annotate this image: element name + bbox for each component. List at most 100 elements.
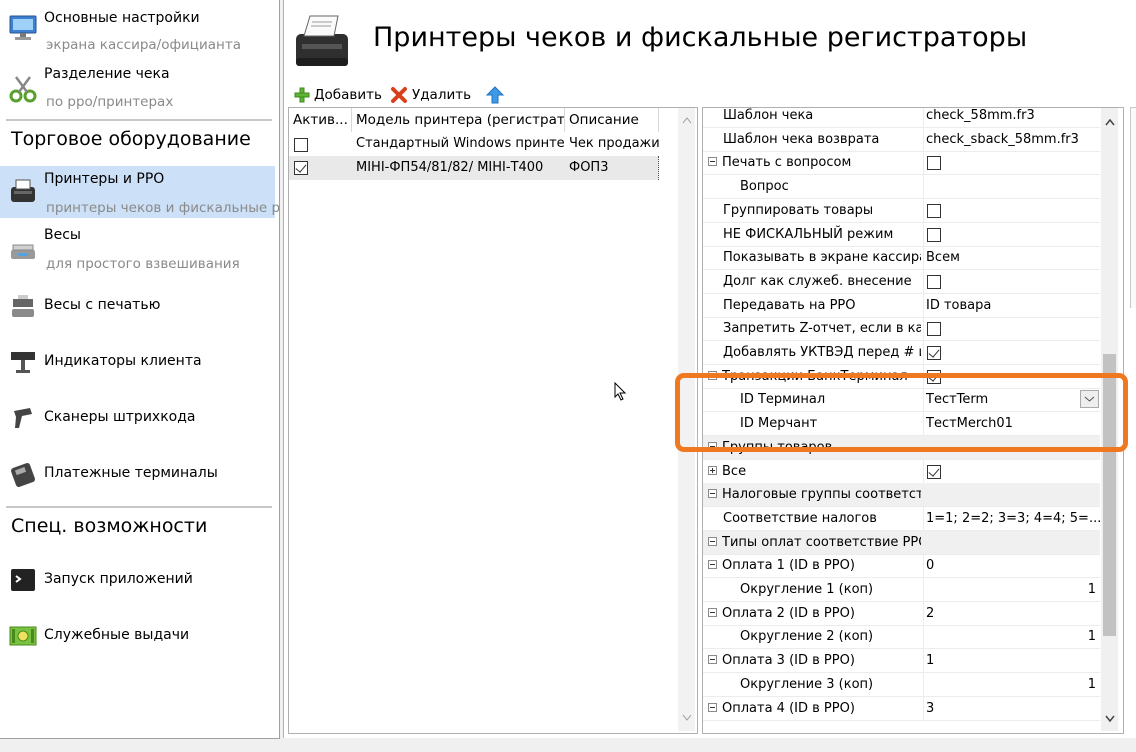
property-row[interactable]: Добавлять УКТВЭД перед # и [703,341,1100,365]
property-value[interactable]: 1 [923,625,1100,649]
property-value[interactable]: 3 [923,696,1100,720]
collapse-minus-icon[interactable] [708,702,717,712]
property-value[interactable] [923,341,1100,364]
property-row[interactable]: Оплата 4 (ID в РРО) 3 [703,696,1100,721]
property-value[interactable]: 1 [923,649,1100,673]
property-value[interactable]: 1=1; 2=2; 3=3; 4=4; 5=... [923,506,1100,530]
property-row[interactable]: Показывать в экране кассира/Всем [703,246,1100,271]
property-row[interactable]: Оплата 3 (ID в РРО) 1 [703,649,1100,674]
section-title-special: Спец. возможности [11,515,208,537]
property-value[interactable]: 2 [923,601,1100,625]
scissors-icon [8,74,38,104]
property-checkbox[interactable] [927,227,941,242]
property-value-text: 3 [926,700,935,716]
property-value[interactable]: Всем [923,246,1100,270]
table-row[interactable]: МІНІ-ФП54/81/82/ МІНІ-Т400 ФОП3 [289,156,659,180]
property-checkbox[interactable] [927,322,941,337]
sidebar-item-sublabel: для простого взвешивания [46,256,240,272]
property-row[interactable]: Группировать товары [703,198,1100,223]
sidebar-item-label-scales[interactable]: Весы с печатью [0,280,275,332]
property-row[interactable]: Печать с вопросом [703,151,1100,176]
sidebar-item-app-launch[interactable]: Запуск приложений [0,554,275,606]
property-row[interactable]: Все [703,459,1100,484]
sidebar-item-scales[interactable]: Весы для простого взвешивания [0,222,275,274]
active-checkbox[interactable] [294,161,308,175]
property-row[interactable]: Шаблон чека check_58mm.fr3 [703,108,1100,128]
sidebar-item-label: Разделение чека [44,66,170,82]
property-row[interactable]: Оплата 1 (ID в РРО) 0 [703,554,1100,579]
arrow-up-icon [485,86,505,104]
property-value[interactable] [923,459,1100,483]
property-value[interactable] [923,317,1100,341]
property-row[interactable]: Запретить Z-отчет, если в кас [703,317,1100,342]
property-value[interactable]: ID товара [923,293,1100,317]
property-row[interactable]: НЕ ФИСКАЛЬНЫЙ режим [703,222,1100,247]
sidebar-item-customer-displays[interactable]: Индикаторы клиента [0,336,275,388]
property-key: Округление 2 (коп) [740,629,874,645]
chevron-up-icon [1105,118,1115,126]
sidebar-item-check-split[interactable]: Разделение чека по ppo/принтерах [0,60,275,112]
property-value[interactable]: 1 [923,672,1100,696]
property-key: Вопрос [740,179,789,195]
property-checkbox[interactable] [927,156,941,171]
expand-plus-icon[interactable] [708,465,717,475]
property-value[interactable]: check_sback_58mm.fr3 [923,127,1100,151]
property-value-text: ID товара [926,297,992,313]
sidebar-item-payment-terminals[interactable]: Платежные терминалы [0,448,275,500]
property-value[interactable]: check_58mm.fr3 [923,108,1100,127]
property-row[interactable]: Долг как служеб. внесение [703,269,1100,294]
collapse-minus-icon[interactable] [708,607,717,617]
property-value[interactable] [923,198,1100,222]
divider [6,506,272,508]
property-value[interactable] [923,222,1100,246]
property-row[interactable]: Передавать на РРО ID товара [703,293,1100,318]
collapse-minus-icon[interactable] [708,560,717,570]
table-row[interactable]: Стандартный Windows принтер Чек продажи [289,132,659,156]
property-checkbox[interactable] [927,464,941,479]
property-key: Оплата 3 (ID в РРО) [722,653,855,669]
active-checkbox[interactable] [294,138,308,152]
property-category[interactable]: Налоговые группы соответствие РРО [703,483,1100,508]
property-key: Показывать в экране кассира/ [723,250,921,266]
collapse-minus-icon[interactable] [708,655,717,665]
terminal-icon [8,565,38,595]
add-button[interactable]: Добавить [293,85,382,105]
delete-button[interactable]: Удалить [389,85,471,105]
move-up-button[interactable] [485,85,508,105]
property-value[interactable] [923,151,1100,175]
property-row[interactable]: Соответствие налогов 1=1; 2=2; 3=3; 4=4; … [703,506,1100,531]
collapse-minus-icon[interactable] [708,157,717,167]
label-scale-icon [8,291,38,321]
sidebar-item-barcode-scanners[interactable]: Сканеры штрихкода [0,392,275,444]
property-row[interactable]: Округление 2 (коп) 1 [703,625,1100,650]
sidebar-item-label: Основные настройки [44,10,200,26]
property-row[interactable]: Оплата 2 (ID в РРО) 2 [703,601,1100,626]
sidebar-item-label: Сканеры штрихкода [44,409,196,425]
collapse-minus-icon[interactable] [708,536,717,546]
property-value[interactable]: 0 [923,554,1100,578]
column-header-model[interactable]: Модель принтера (регистрат... [352,108,565,132]
column-header-active[interactable]: Актив... [289,108,352,132]
property-checkbox[interactable] [927,274,941,289]
sidebar-item-cash-out[interactable]: Служебные выдачи [0,610,275,662]
property-category[interactable]: Типы оплат соответствие РРО [703,530,1100,555]
property-value[interactable]: 1 [923,578,1100,601]
property-checkbox[interactable] [927,346,941,360]
property-value-text: 2 [926,605,935,621]
property-value[interactable] [923,175,1100,199]
sidebar-item-sublabel: принтеры чеков и фискальные р [46,200,280,216]
collapse-minus-icon[interactable] [708,489,717,499]
section-title-trade-equipment: Торговое оборудование [11,128,251,150]
property-checkbox[interactable] [927,203,941,218]
sidebar-item-label: Индикаторы клиента [44,353,202,369]
property-value-text: 1=1; 2=2; 3=3; 4=4; 5=... [926,510,1100,526]
highlight-frame [675,373,1128,452]
sidebar-item-main-settings[interactable]: Основные настройки экрана кассира/официа… [0,4,275,56]
sidebar-item-printers[interactable]: Принтеры и РРО принтеры чеков и фискальн… [0,166,279,218]
property-row[interactable]: Вопрос [703,175,1100,200]
column-header-description[interactable]: Описание [565,108,659,132]
property-row[interactable]: Округление 3 (коп) 1 [703,672,1100,697]
property-row[interactable]: Округление 1 (коп) 1 [703,578,1100,602]
property-value[interactable] [923,269,1100,293]
property-row[interactable]: Шаблон чека возврата check_sback_58mm.fr3 [703,127,1100,152]
